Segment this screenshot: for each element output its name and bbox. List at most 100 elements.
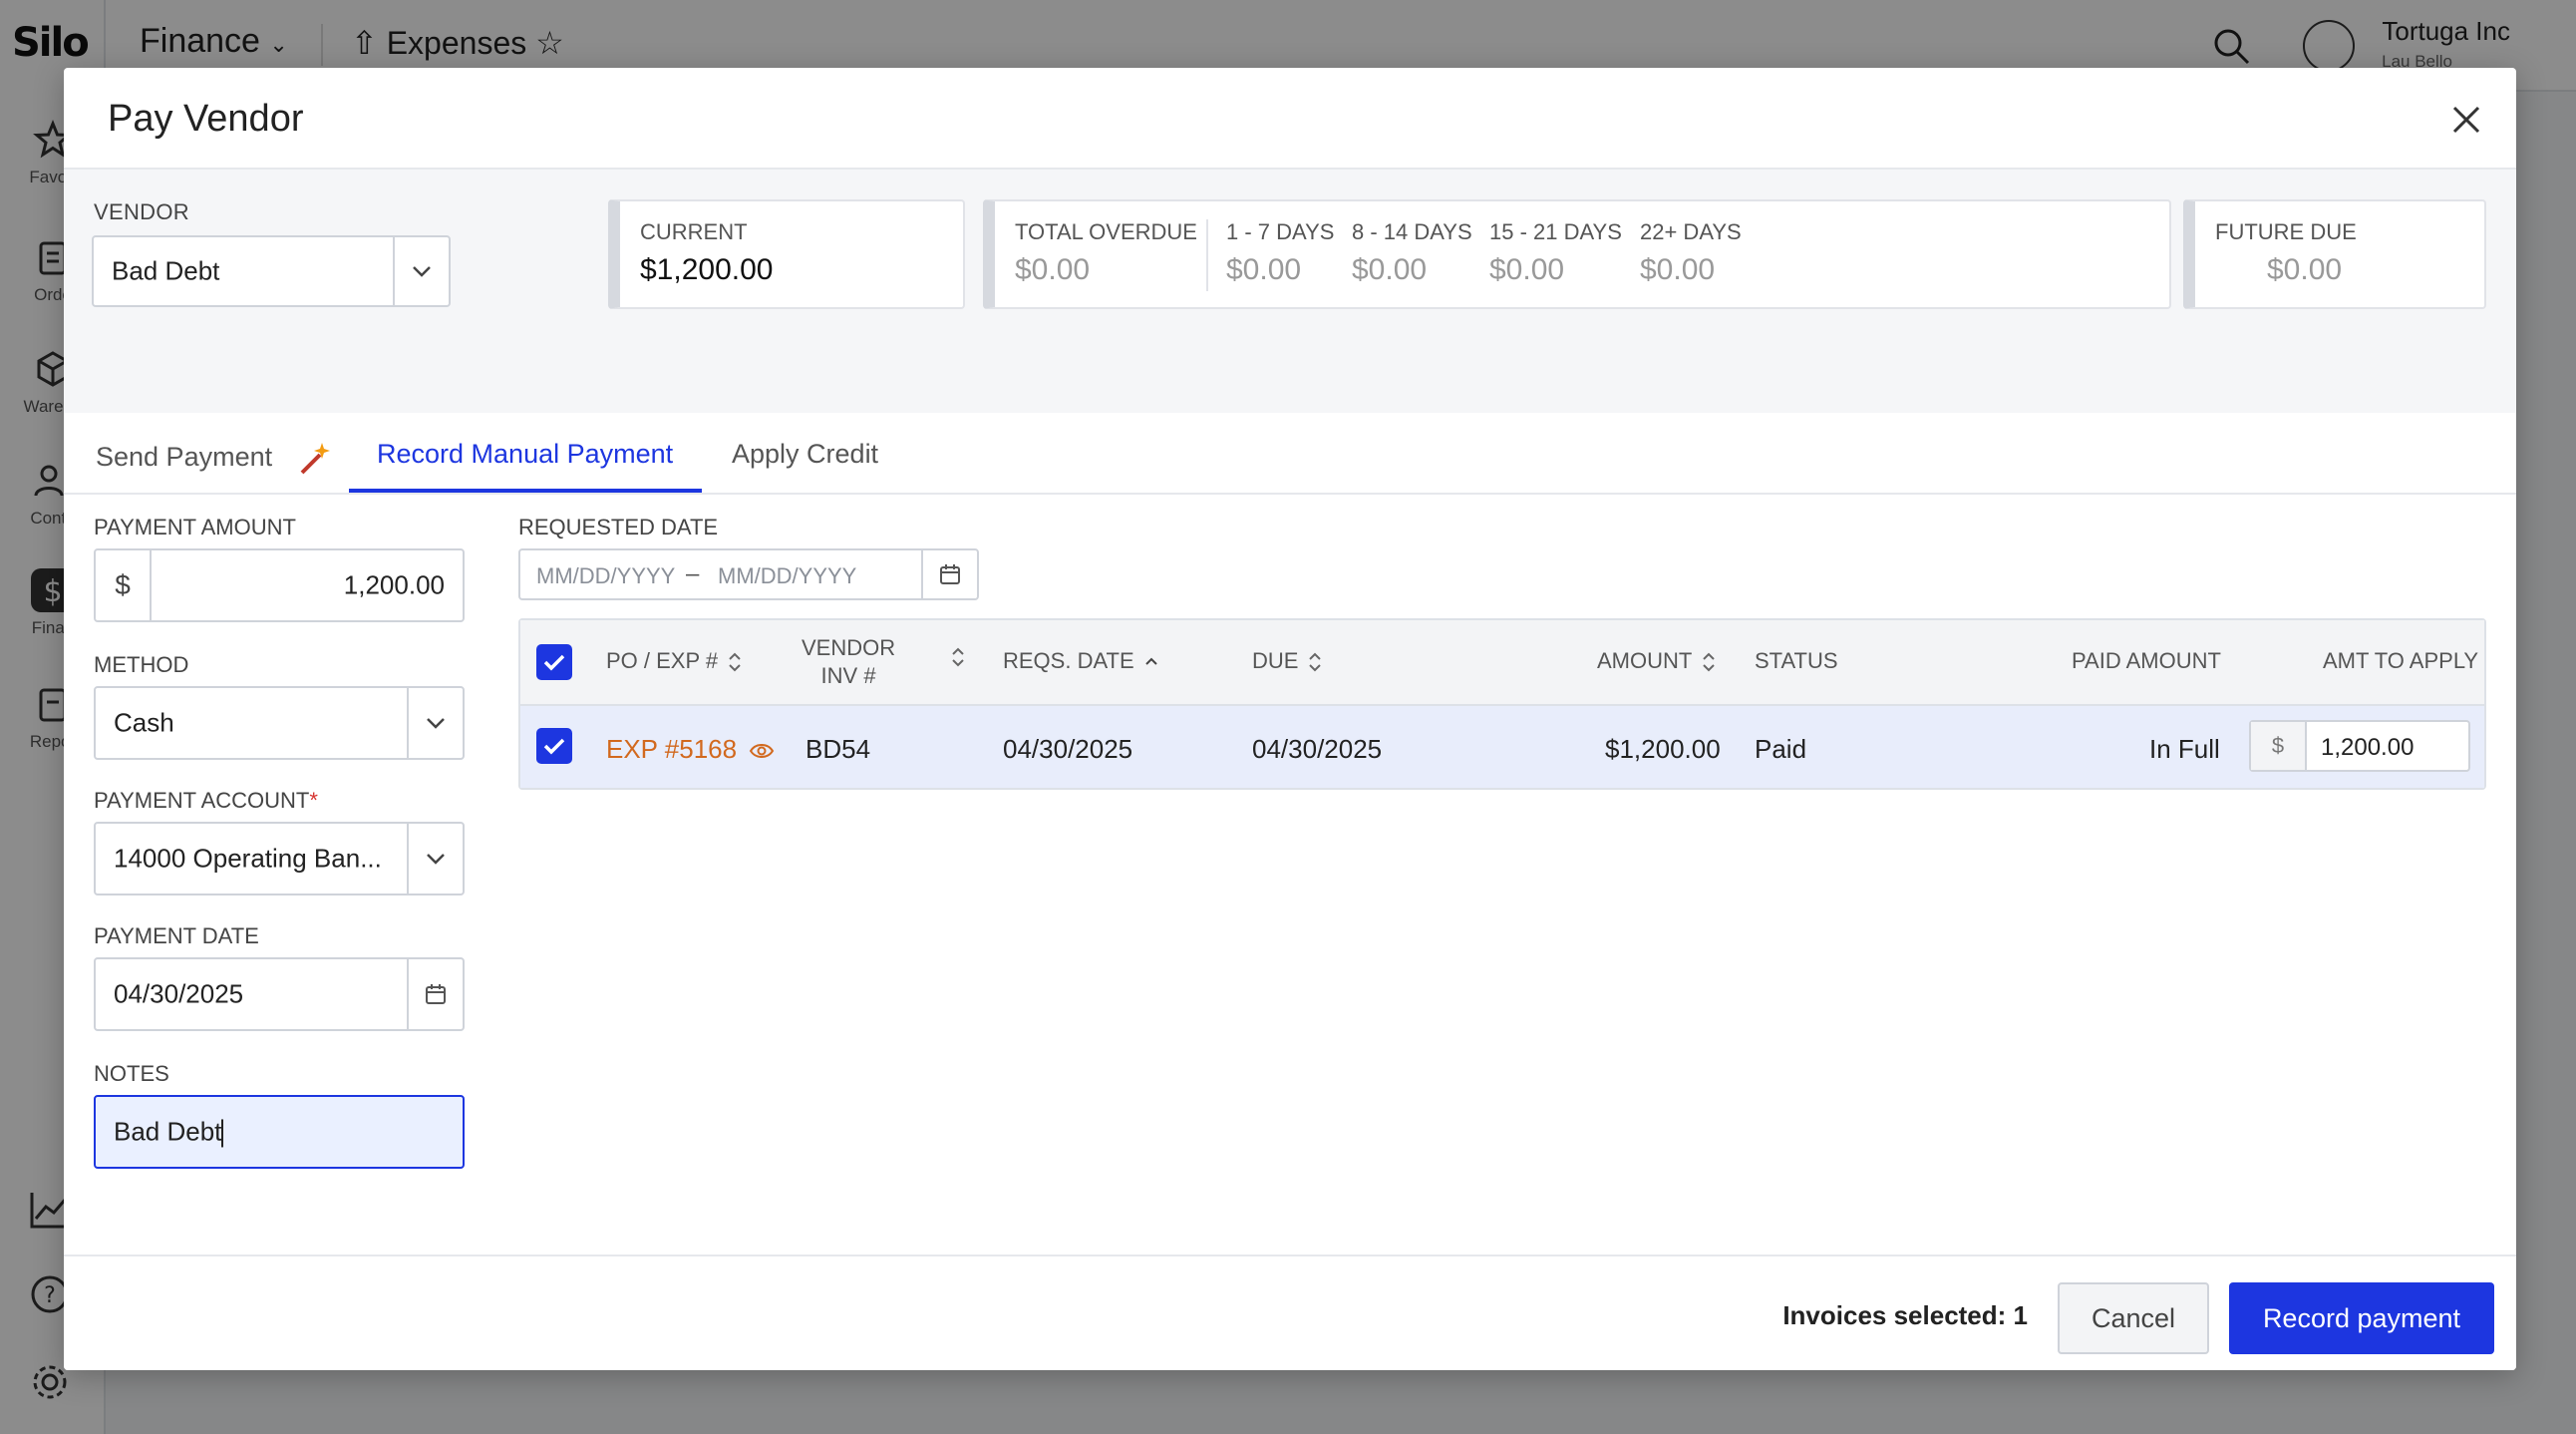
tab-apply-credit[interactable]: Apply Credit xyxy=(732,439,878,470)
column-header-po-label: PO / EXP # xyxy=(606,648,719,673)
magic-wand-icon xyxy=(300,443,330,475)
payment-account-label-text: PAYMENT ACCOUNT xyxy=(94,788,310,813)
notes-field[interactable]: Bad Debt xyxy=(94,1095,465,1169)
method-value: Cash xyxy=(114,707,174,738)
notes-text: Bad Debt xyxy=(114,1116,222,1147)
requested-date-range[interactable]: MM/DD/YYYY – MM/DD/YYYY xyxy=(518,548,979,600)
tab-record-manual-payment[interactable]: Record Manual Payment xyxy=(377,439,673,470)
calendar-icon[interactable] xyxy=(407,959,463,1029)
table-row[interactable]: EXP #5168 BD54 04/30/2025 04/30/2025 $1,… xyxy=(520,706,2484,788)
payment-amount-label: PAYMENT AMOUNT xyxy=(94,515,296,539)
divider xyxy=(1206,219,1208,291)
tab-send-payment[interactable]: Send Payment xyxy=(96,439,334,479)
sort-icon xyxy=(1309,652,1322,672)
close-icon[interactable] xyxy=(2446,100,2486,140)
payment-account-select[interactable]: 14000 Operating Ban... xyxy=(94,822,465,896)
column-header-due[interactable]: DUE xyxy=(1252,648,1322,674)
column-header-status: STATUS xyxy=(1755,648,1838,673)
reqs-date-cell: 04/30/2025 xyxy=(1003,734,1133,764)
sort-ascending-icon xyxy=(1144,657,1157,665)
status-cell: Paid xyxy=(1755,734,1807,764)
sort-icon[interactable] xyxy=(951,646,965,668)
current-label: CURRENT xyxy=(640,219,748,244)
overdue-22-plus-label: 22+ DAYS xyxy=(1640,219,1742,244)
modal-footer: Invoices selected: 1 Cancel Record payme… xyxy=(64,1255,2516,1370)
invoices-selected-count: Invoices selected: 1 xyxy=(1782,1300,2028,1330)
overdue-15-21-label: 15 - 21 DAYS xyxy=(1489,219,1622,244)
overdue-1-7-label: 1 - 7 DAYS xyxy=(1226,219,1335,244)
manual-payment-form: PAYMENT AMOUNT $ 1,200.00 METHOD Cash PA… xyxy=(64,497,2516,1185)
amount-cell: $1,200.00 xyxy=(1605,734,1721,764)
column-header-vendor-inv-line2: INV # xyxy=(820,663,876,688)
eye-icon[interactable] xyxy=(749,742,775,760)
invoices-table: PO / EXP # VENDOR INV # REQS. DATE DUE A… xyxy=(518,618,2486,790)
vendor-select[interactable]: Bad Debt xyxy=(92,235,451,307)
amt-to-apply-value: 1,200.00 xyxy=(2321,734,2415,761)
column-header-vendor-inv-line1: VENDOR xyxy=(802,635,896,660)
active-tab-indicator xyxy=(349,489,702,493)
vendor-inv-cell: BD54 xyxy=(805,734,871,764)
overdue-card: TOTAL OVERDUE $0.00 1 - 7 DAYS $0.00 8 -… xyxy=(983,199,2171,309)
payment-amount-field[interactable]: $ 1,200.00 xyxy=(94,548,465,622)
column-header-reqs-date[interactable]: REQS. DATE xyxy=(1003,648,1158,674)
requested-date-label: REQUESTED DATE xyxy=(518,515,719,539)
date-from-placeholder[interactable]: MM/DD/YYYY xyxy=(536,563,675,589)
payment-date-value: 04/30/2025 xyxy=(114,978,244,1009)
payment-account-label: PAYMENT ACCOUNT* xyxy=(94,788,318,814)
chevron-down-icon xyxy=(407,824,463,894)
overdue-1-7-value: $0.00 xyxy=(1226,253,1302,286)
method-select[interactable]: Cash xyxy=(94,686,465,760)
overdue-8-14-label: 8 - 14 DAYS xyxy=(1352,219,1472,244)
date-range-separator: – xyxy=(686,560,700,587)
pay-vendor-modal: Pay Vendor VENDOR Bad Debt CURRENT $1,20… xyxy=(64,68,2516,1370)
table-header: PO / EXP # VENDOR INV # REQS. DATE DUE A… xyxy=(520,620,2484,706)
due-cell: 04/30/2025 xyxy=(1252,734,1383,764)
payment-account-value: 14000 Operating Ban... xyxy=(114,843,382,874)
required-asterisk: * xyxy=(309,788,318,813)
payment-date-label: PAYMENT DATE xyxy=(94,923,259,948)
overdue-15-21-value: $0.00 xyxy=(1489,253,1565,286)
column-header-amount[interactable]: AMOUNT xyxy=(1597,648,1716,674)
payment-tabs: Send Payment Record Manual Payment Apply… xyxy=(64,413,2516,495)
total-overdue-value: $0.00 xyxy=(1015,253,1091,286)
total-overdue-label: TOTAL OVERDUE xyxy=(1015,219,1197,244)
current-card: CURRENT $1,200.00 xyxy=(608,199,965,309)
select-all-checkbox[interactable] xyxy=(536,644,572,680)
modal-header: Pay Vendor xyxy=(64,68,2516,170)
column-header-amt-to-apply: AMT TO APPLY xyxy=(2323,648,2479,673)
payment-amount-value: 1,200.00 xyxy=(343,569,445,600)
future-due-value: $0.00 xyxy=(2267,253,2343,286)
future-due-card: FUTURE DUE $0.00 xyxy=(2183,199,2486,309)
overdue-8-14-value: $0.00 xyxy=(1352,253,1428,286)
overdue-22-plus-value: $0.00 xyxy=(1640,253,1716,286)
method-label: METHOD xyxy=(94,652,189,677)
currency-prefix: $ xyxy=(2251,722,2307,770)
payment-date-field[interactable]: 04/30/2025 xyxy=(94,957,465,1031)
column-header-vendor-inv[interactable]: VENDOR INV # xyxy=(802,634,895,690)
chevron-down-icon xyxy=(393,237,449,305)
sort-icon xyxy=(729,652,741,672)
vendor-summary: VENDOR Bad Debt CURRENT $1,200.00 TOTAL … xyxy=(64,170,2516,413)
chevron-down-icon xyxy=(407,688,463,758)
amt-to-apply-input[interactable]: $ 1,200.00 xyxy=(2249,720,2470,772)
sort-icon xyxy=(1703,652,1716,672)
column-header-po[interactable]: PO / EXP # xyxy=(606,648,742,674)
column-header-due-label: DUE xyxy=(1252,648,1299,673)
currency-prefix: $ xyxy=(96,550,152,620)
column-header-amount-label: AMOUNT xyxy=(1597,648,1693,673)
calendar-icon[interactable] xyxy=(921,550,977,598)
text-cursor xyxy=(221,1119,224,1148)
vendor-label: VENDOR xyxy=(94,199,189,224)
expense-link[interactable]: EXP #5168 xyxy=(606,734,775,765)
modal-title: Pay Vendor xyxy=(108,98,304,140)
column-header-paid-amount: PAID AMOUNT xyxy=(2072,648,2221,673)
row-checkbox[interactable] xyxy=(536,728,572,764)
record-payment-button[interactable]: Record payment xyxy=(2229,1282,2494,1354)
current-value: $1,200.00 xyxy=(640,253,774,286)
notes-label: NOTES xyxy=(94,1061,169,1086)
expense-link-label: EXP #5168 xyxy=(606,734,738,764)
vendor-value: Bad Debt xyxy=(112,255,220,286)
cancel-button[interactable]: Cancel xyxy=(2058,1282,2209,1354)
date-to-placeholder[interactable]: MM/DD/YYYY xyxy=(718,563,856,589)
notes-value: Bad Debt xyxy=(114,1116,224,1148)
